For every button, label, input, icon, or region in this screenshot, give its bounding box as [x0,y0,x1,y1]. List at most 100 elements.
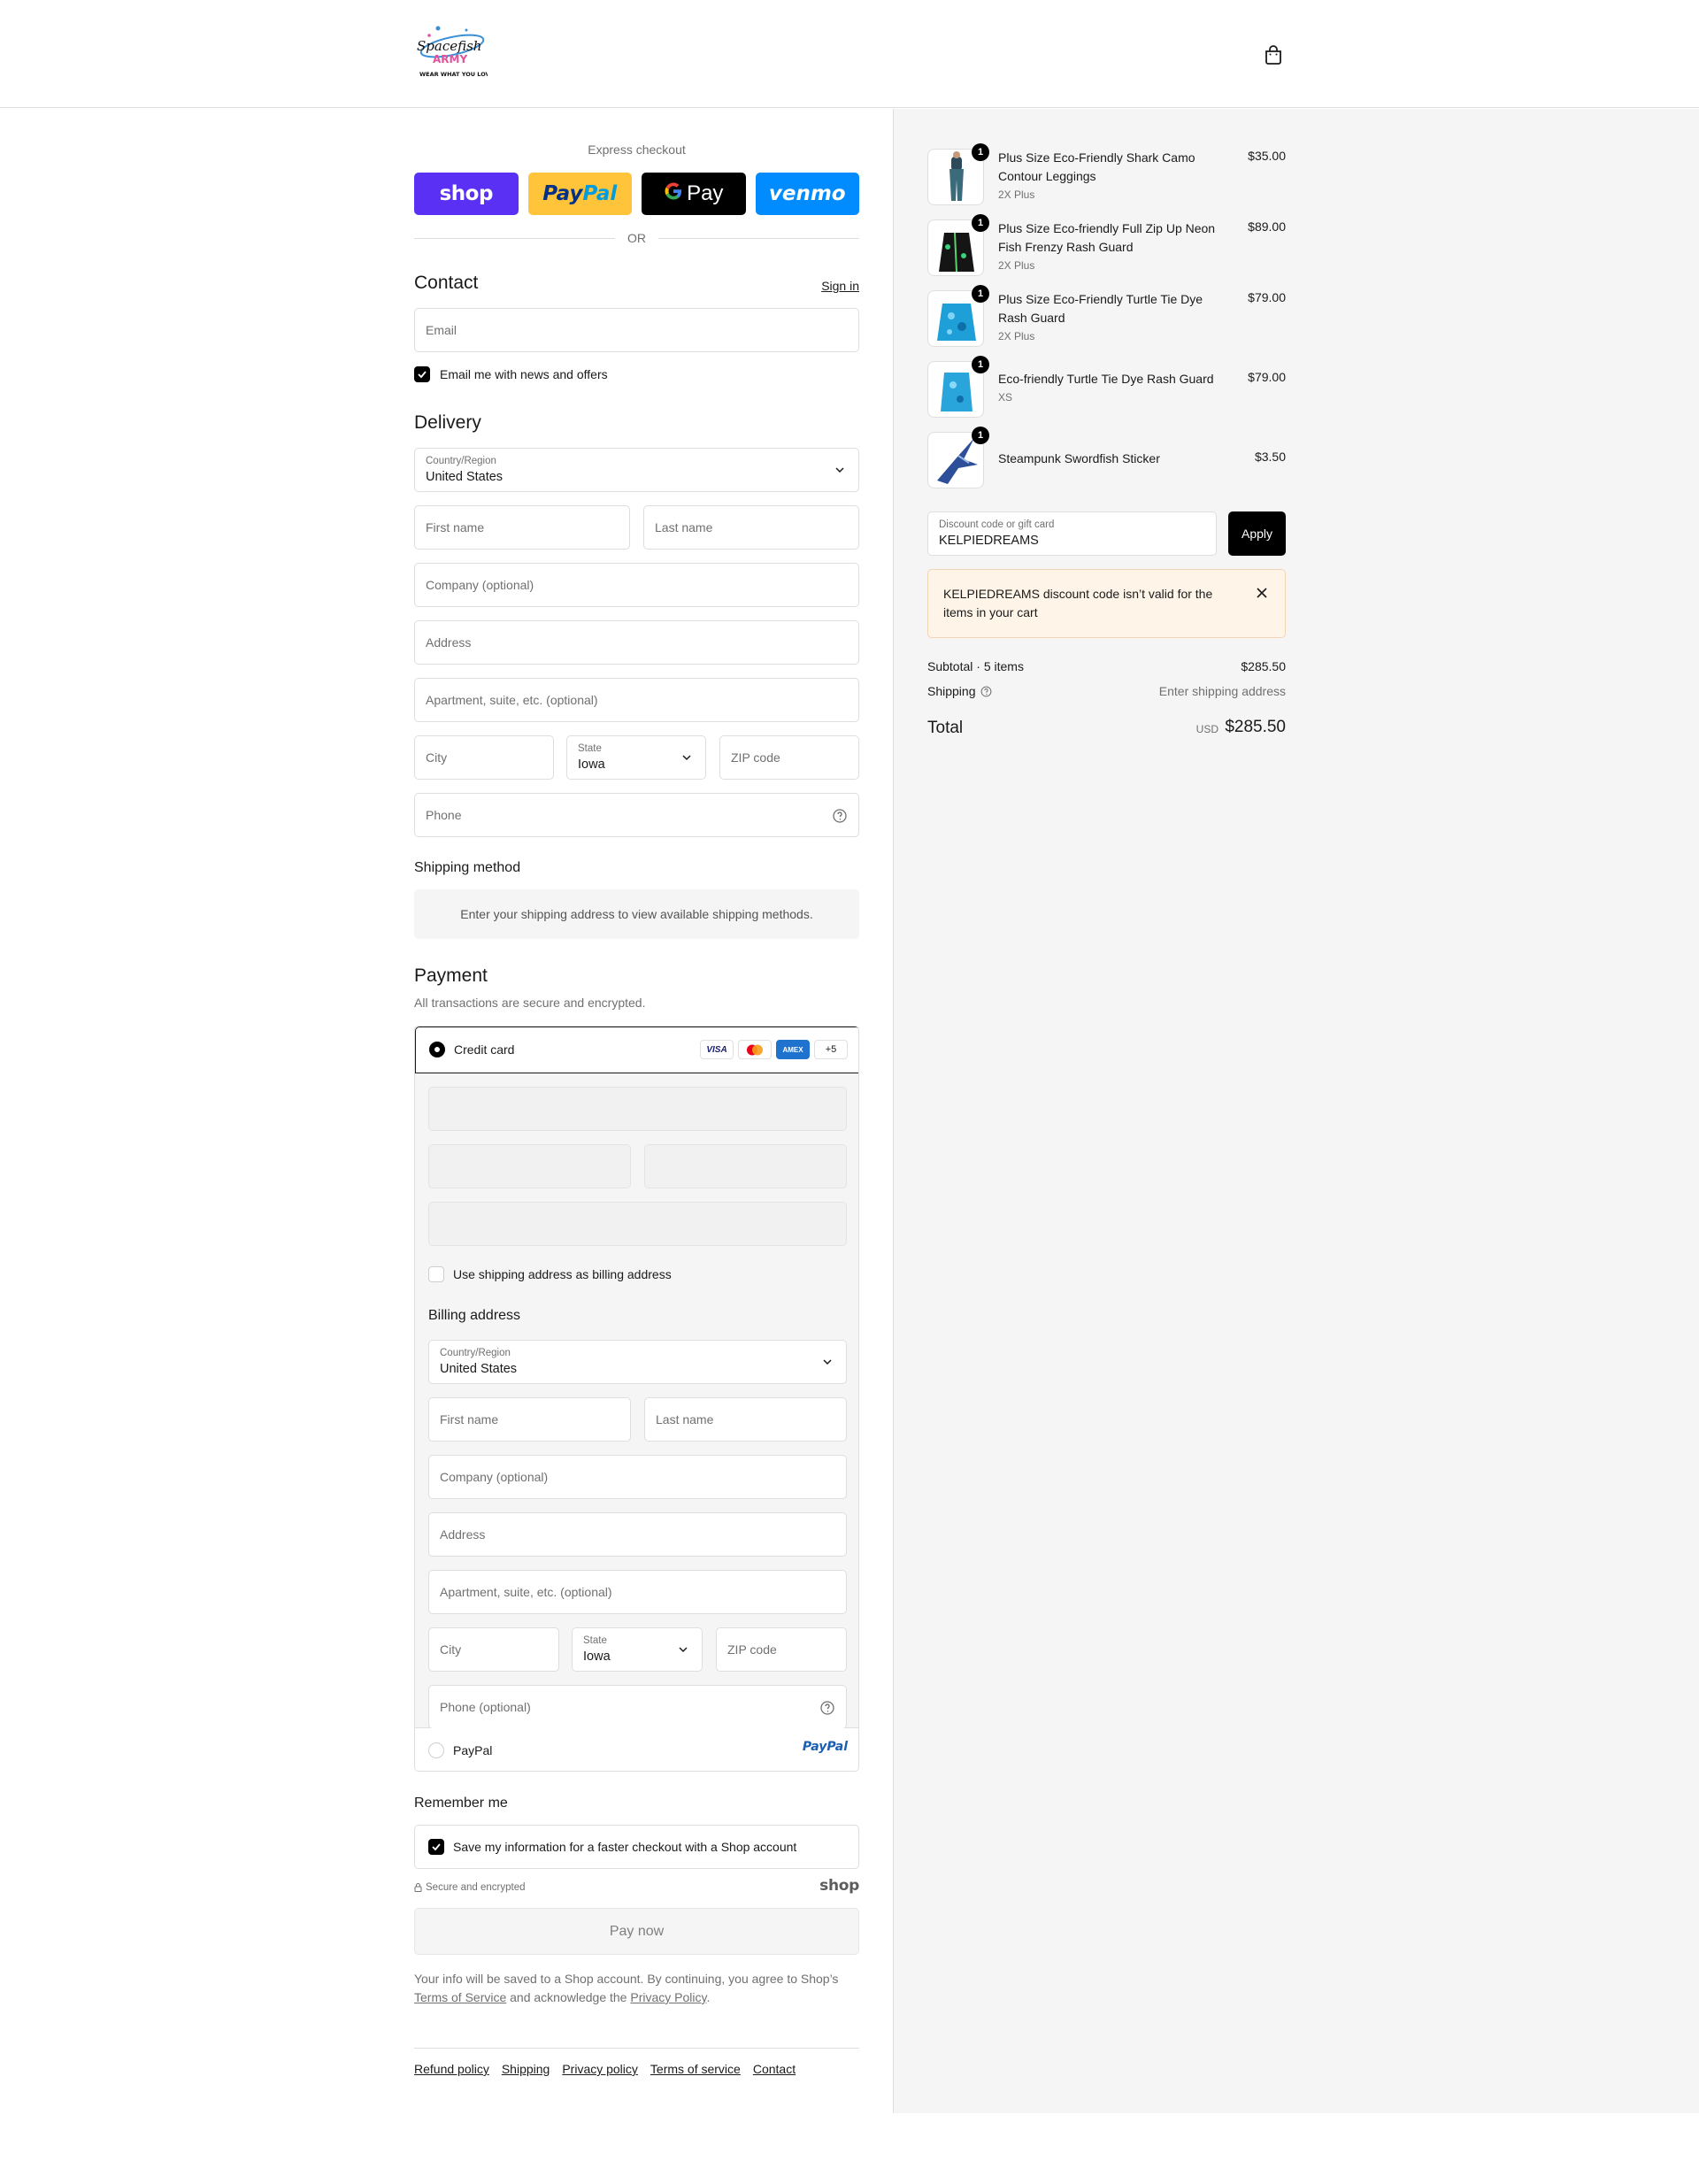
product-price: $79.00 [1248,290,1286,304]
zip-field[interactable]: ZIP code [719,735,859,780]
paypal-button[interactable]: Pay Pal [527,173,632,215]
country-select[interactable]: Country/Region United States [414,448,859,492]
credit-card-form: Use shipping address as billing address … [415,1073,858,1729]
subtotal-row: Subtotal · 5 items $285.50 [927,659,1286,673]
city-field[interactable]: City [414,735,554,780]
product-variant: 2X Plus [998,188,1035,201]
paypal-radio[interactable] [428,1742,444,1758]
contact-title: Contact [414,273,479,293]
google-pay-button[interactable]: Pay [642,173,746,215]
apartment-field[interactable]: Apartment, suite, etc. (optional) [414,678,859,722]
svg-text:Spacefish: Spacefish [417,38,481,54]
shop-logo: shop [819,1877,859,1895]
list-item: 1 Plus Size Eco-Friendly Turtle Tie Dye … [927,285,1286,349]
billing-last-name-field[interactable]: Last name [644,1397,847,1442]
state-select[interactable]: State Iowa [566,735,706,780]
chevron-down-icon [682,755,691,761]
close-icon[interactable] [1256,587,1268,599]
pay-now-button[interactable]: Pay now [414,1908,859,1955]
product-price: $3.50 [1254,450,1286,464]
save-info-checkbox[interactable] [428,1839,444,1855]
billing-state-select[interactable]: State Iowa [572,1627,703,1672]
credit-card-option[interactable]: Credit card VISA AMEX +5 [415,1027,858,1073]
shopping-bag-icon[interactable] [1262,43,1285,66]
store-logo[interactable]: Spacefish ARMY WEAR WHAT YOU LOVE [413,23,494,83]
apply-discount-button[interactable]: Apply [1228,511,1286,556]
footer-divider [414,2048,859,2049]
remember-me-box: Save my information for a faster checkou… [414,1825,859,1869]
credit-card-radio[interactable] [429,1042,445,1057]
privacy-policy-link[interactable]: Privacy Policy [630,1990,706,2004]
save-info-label: Save my information for a faster checkou… [453,1840,797,1854]
list-item: 1 Plus Size Eco-Friendly Shark Camo Cont… [927,143,1286,207]
billing-address-field[interactable]: Address [428,1512,847,1557]
billing-apartment-field[interactable]: Apartment, suite, etc. (optional) [428,1570,847,1614]
more-brands-badge: +5 [814,1040,848,1059]
first-name-field[interactable]: First name [414,505,630,550]
footer-links: Refund policy Shipping Privacy policy Te… [414,2062,796,2076]
secure-note: Secure and encrypted [414,1882,526,1893]
billing-company-field[interactable]: Company (optional) [428,1455,847,1499]
security-code-field[interactable] [644,1144,847,1188]
product-name: Steampunk Swordfish Sticker [998,451,1160,465]
quantity-badge: 1 [972,214,989,232]
help-icon[interactable] [819,1700,835,1716]
or-divider: OR [414,230,859,246]
shipping-method-info: Enter your shipping address to view avai… [414,889,859,939]
refund-policy-link[interactable]: Refund policy [414,2062,489,2076]
quantity-badge: 1 [972,143,989,161]
subtotal-label: Subtotal · 5 items [927,659,1024,673]
list-item: 1 Eco-friendly Turtle Tie Dye Rash Guard… [927,356,1286,419]
product-variant: XS [998,391,1013,404]
privacy-policy-footer-link[interactable]: Privacy policy [562,2062,638,2076]
remember-me-title: Remember me [414,1796,508,1811]
payment-subtitle: All transactions are secure and encrypte… [414,996,646,1010]
venmo-button[interactable]: venmo [755,173,859,215]
product-name: Plus Size Eco-Friendly Turtle Tie Dye Ra… [998,292,1203,325]
email-news-checkbox[interactable] [414,366,430,382]
total-row: Total USD $285.50 [927,717,1286,740]
last-name-field[interactable]: Last name [643,505,859,550]
contact-link[interactable]: Contact [753,2062,796,2076]
list-item: 1 Steampunk Swordfish Sticker $3.50 [927,427,1286,490]
mastercard-icon [738,1040,772,1059]
amex-icon: AMEX [776,1040,810,1059]
paypal-logo: PayPal [802,1740,848,1754]
visa-icon: VISA [700,1040,734,1059]
sign-in-link[interactable]: Sign in [821,279,859,293]
billing-phone-field[interactable]: Phone (optional) [428,1685,847,1729]
name-on-card-field[interactable] [428,1202,847,1246]
help-icon[interactable] [832,808,848,824]
express-checkout-buttons: shop Pay Pal Pay venmo [414,173,859,215]
company-field[interactable]: Company (optional) [414,563,859,607]
terms-of-service-link[interactable]: Terms of Service [414,1990,506,2004]
shop-pay-button[interactable]: shop [414,173,519,215]
billing-country-select[interactable]: Country/Region United States [428,1340,847,1384]
billing-city-field[interactable]: City [428,1627,559,1672]
billing-zip-field[interactable]: ZIP code [716,1627,847,1672]
shipping-row: Shipping Enter shipping address [927,684,1286,698]
product-name: Plus Size Eco-friendly Full Zip Up Neon … [998,221,1216,254]
discount-code-field[interactable]: Discount code or gift card KELPIEDREAMS [927,511,1217,556]
svg-text:ARMY: ARMY [433,53,467,65]
same-billing-label: Use shipping address as billing address [453,1267,672,1281]
product-price: $35.00 [1248,149,1286,163]
help-icon[interactable] [980,686,992,697]
paypal-option[interactable]: PayPal PayPal [415,1728,858,1771]
email-field[interactable]: Email [414,308,859,352]
credit-card-label: Credit card [454,1042,515,1057]
quantity-badge: 1 [972,356,989,373]
express-checkout-title: Express checkout [588,142,686,157]
card-number-field[interactable] [428,1087,847,1131]
chevron-down-icon [823,1359,832,1365]
address-field[interactable]: Address [414,620,859,665]
payment-title: Payment [414,965,488,986]
phone-field[interactable]: Phone [414,793,859,837]
billing-first-name-field[interactable]: First name [428,1397,631,1442]
discount-error-banner: KELPIEDREAMS discount code isn’t valid f… [927,569,1286,638]
same-billing-checkbox[interactable] [428,1266,444,1282]
expiration-field[interactable] [428,1144,631,1188]
shipping-link[interactable]: Shipping [502,2062,550,2076]
terms-of-service-footer-link[interactable]: Terms of service [650,2062,741,2076]
shipping-label: Shipping [927,684,976,698]
